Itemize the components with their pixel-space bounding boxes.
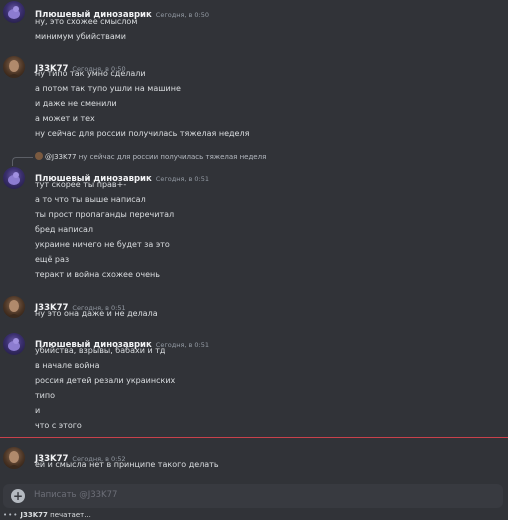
message-text: а потом так тупо ушли на машине: [35, 84, 181, 93]
reply-text[interactable]: ну сейчас для россии получилась тяжелая …: [79, 153, 267, 161]
reply-author[interactable]: @J33K77: [45, 153, 76, 161]
message-text: ещё раз: [35, 255, 70, 264]
message-text: минимум убийствами: [35, 32, 126, 41]
message-text: что с этого: [35, 421, 82, 430]
message-input-placeholder[interactable]: Написать @J33K77: [34, 490, 117, 500]
message-text: в начале война: [35, 361, 100, 370]
reply-connector: [12, 157, 33, 166]
message-text: ты прост пропаганды перечитал: [35, 210, 175, 219]
avatar[interactable]: [3, 1, 25, 23]
avatar[interactable]: [3, 296, 25, 318]
typing-indicator: ••• J33K77 печатает...: [3, 511, 91, 519]
typing-user: J33K77: [20, 511, 48, 519]
avatar[interactable]: [3, 167, 25, 189]
avatar[interactable]: [3, 333, 25, 355]
reply-avatar: [35, 152, 43, 160]
message-text: тут скорее ты прав+-: [35, 180, 127, 189]
message-timestamp: Сегодня, в 0:50: [155, 11, 209, 19]
message-text: ну, это схожее смыслом: [35, 17, 138, 26]
message-text: ну типо так умно сделали: [35, 69, 146, 78]
message-input[interactable]: + Написать @J33K77: [3, 484, 503, 508]
reply-preview[interactable]: @J33K77 ну сейчас для россии получилась …: [35, 152, 266, 161]
message-text: бред написал: [35, 225, 93, 234]
avatar[interactable]: [3, 447, 25, 469]
message-text: и: [35, 406, 41, 415]
message-text: россия детей резали украинских: [35, 376, 176, 385]
message-text: убийства, взрывы, бабахи и тд: [35, 346, 166, 355]
typing-text: печатает...: [50, 511, 91, 519]
message-text: ну это она даже и не делала: [35, 309, 158, 318]
typing-dots-icon: •••: [3, 511, 19, 519]
message-text: и даже не сменили: [35, 99, 117, 108]
message-text: ну сейчас для россии получилась тяжелая …: [35, 129, 250, 138]
message-timestamp: Сегодня, в 0:51: [155, 175, 209, 183]
message-text: ей и смысла нет в принципе такого делать: [35, 460, 219, 469]
message-text: типо: [35, 391, 55, 400]
message-text: а то что ты выше написал: [35, 195, 146, 204]
avatar[interactable]: [3, 56, 25, 78]
new-messages-divider: [0, 437, 508, 438]
message-text: а может и тех: [35, 114, 95, 123]
message-text: украине ничего не будет за это: [35, 240, 170, 249]
add-attachment-icon[interactable]: +: [11, 489, 25, 503]
message-text: теракт и война схожее очень: [35, 270, 160, 279]
